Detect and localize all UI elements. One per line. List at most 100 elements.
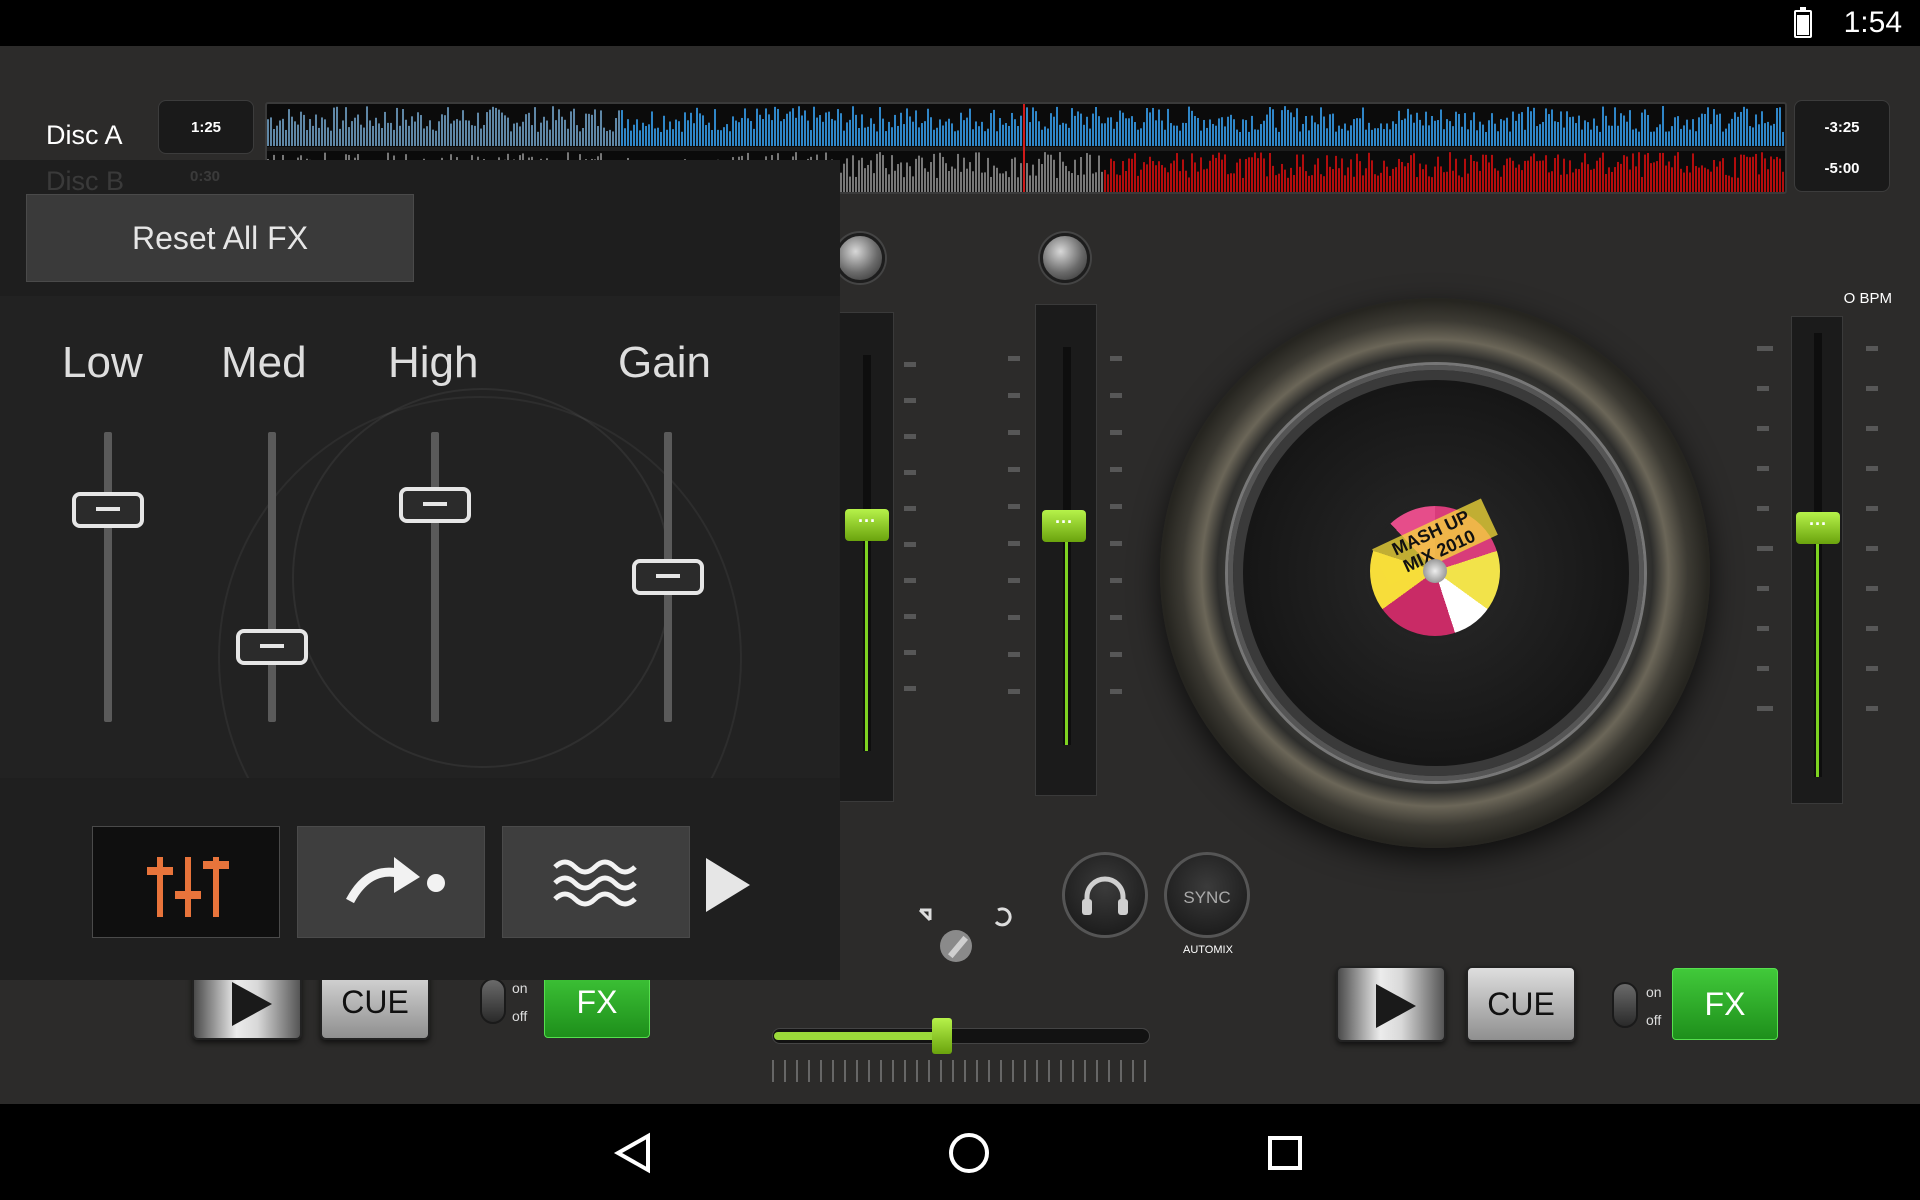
eq-med-thumb[interactable] [236,628,308,665]
waveform-bar [1734,157,1736,192]
eq-low-thumb[interactable] [72,492,144,529]
waveform-bar [1308,130,1310,146]
home-icon[interactable] [946,1130,992,1176]
waveform-bar [1140,169,1142,192]
waveform-bar [813,106,815,146]
waveform-bar [435,130,437,146]
waveform-bar [1566,174,1568,192]
waveform-bar [1401,120,1403,146]
waveform-bar [399,125,401,146]
pitch-slider-a-thumb[interactable]: ··· [845,509,889,542]
waves-tool-button[interactable] [502,826,690,938]
reset-all-fx-button[interactable]: Reset All FX [26,194,414,282]
loop-tool-button[interactable] [297,826,485,938]
tool-next-arrow-icon[interactable] [706,858,750,912]
waveform-bar [1689,129,1691,146]
waveform-bar [351,121,353,146]
waveform-bar [1701,165,1703,192]
eq-gain-thumb[interactable] [632,559,704,595]
waveform-bar [1266,176,1268,192]
deck-b-volume-track[interactable]: ··· [1791,316,1843,804]
deck-b-volume-thumb[interactable]: ··· [1796,512,1840,545]
waveform-bar [1368,122,1370,146]
waveform-bar [1440,109,1442,146]
pitch-slider-a-track[interactable]: ··· [838,312,894,802]
eq-low-track[interactable] [104,432,112,722]
waveform-bar [600,110,602,146]
waveform-bar [369,120,371,146]
waveform-bar [1536,126,1538,146]
waveform-bar [1785,124,1787,146]
crossfader-mode-icons[interactable] [916,902,1012,971]
waveform-bar [1506,117,1508,146]
waveform-bar [1704,167,1706,192]
waveform-bar [1404,118,1406,146]
waveform-bar [1776,108,1778,146]
waveform-bar [525,114,527,146]
waveform-bar [978,152,980,192]
crossfader-ticks [772,1060,1150,1082]
waveform-bar [1008,177,1010,192]
waveform-bar [1371,160,1373,192]
deck-b-headphone-button[interactable] [1062,852,1148,938]
waveform-bar [1497,131,1499,146]
waveform-bar [1641,177,1643,192]
waveform-bar [480,128,482,146]
waveform-bar [912,176,914,192]
waveform-bar [846,158,848,192]
back-icon[interactable] [612,1132,658,1174]
waveform-bar [603,127,605,146]
waveform-bar [966,168,968,192]
waveform-bar [1659,124,1661,146]
eq-med-track[interactable] [268,432,276,722]
deck-b-fx-toggle[interactable] [1612,982,1638,1028]
waveform-bar [273,128,275,146]
waveform-bar [1344,123,1346,146]
deck-b-filter-knob[interactable] [1040,233,1090,283]
eq-high-thumb[interactable] [399,486,471,523]
deck-b-fx-button[interactable]: FX [1672,968,1778,1040]
waveform-bar [1122,161,1124,192]
sync-button[interactable]: SYNC [1164,852,1250,938]
waveform-bar [1587,164,1589,192]
deck-b-cue-button[interactable]: CUE [1466,966,1576,1042]
recents-icon[interactable] [1266,1134,1304,1172]
eq-tool-button[interactable] [92,826,280,938]
waveform-bar [1056,177,1058,192]
pitch-slider-b-thumb[interactable]: ··· [1042,510,1086,543]
waveform-bar [831,118,833,146]
deck-a-filter-knob[interactable] [835,233,885,283]
waveform-bar [735,120,737,146]
waveform-bar [933,153,935,192]
waveform-bar [1647,114,1649,146]
waveform-bar [570,111,572,146]
waveform-bar [861,157,863,192]
eq-high-track[interactable] [431,432,439,722]
deck-a-fx-toggle[interactable] [480,978,506,1024]
waveform-bar [1098,116,1100,146]
waveform-bar [1623,115,1625,146]
waveform-bar [1605,115,1607,146]
waveform-bar [1635,128,1637,146]
crossfader-thumb[interactable] [932,1018,953,1054]
waveform-bar [468,120,470,146]
waveform-bar [690,112,692,146]
deck-b-toggle-on: on [1646,984,1662,1000]
deck-b-play-button[interactable] [1336,966,1446,1042]
waveform-bar [1335,155,1337,192]
waveform-bar [615,118,617,146]
waveform-bar [303,114,305,146]
waveform-bar [300,111,302,146]
waveform-bar [1542,121,1544,146]
pitch-slider-b-track[interactable]: ··· [1035,304,1097,796]
waveform-bar [333,107,335,146]
waveform-bar [870,118,872,146]
waveform-bar [945,163,947,192]
waveform-bar [1152,161,1154,192]
waveform-bar [1560,174,1562,192]
waveform-bar [1500,119,1502,146]
waveform-bar [1296,154,1298,192]
waveform-bar [1251,115,1253,146]
waveform-bar [1224,126,1226,146]
waveform-bar [1533,107,1535,146]
